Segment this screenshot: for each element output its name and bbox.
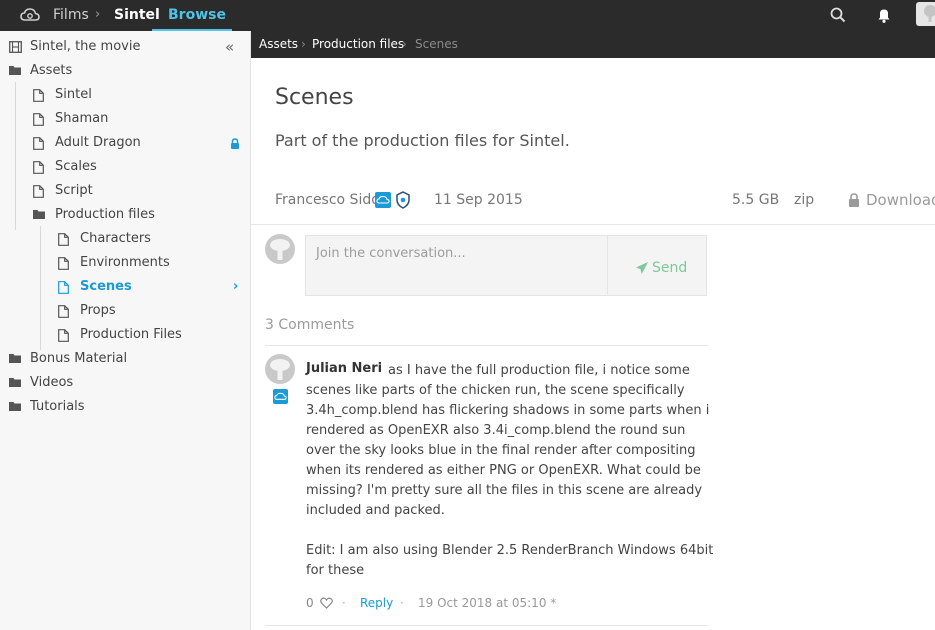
reply-button[interactable]: Reply xyxy=(360,594,393,612)
comment-count: 3 Comments xyxy=(265,317,355,333)
page-title: Scenes xyxy=(275,85,354,110)
divider xyxy=(265,625,708,626)
sidebar-item-production-files[interactable]: Production files xyxy=(0,203,250,227)
folder-icon xyxy=(9,354,21,363)
footer-separator: · xyxy=(400,596,404,610)
sidebar-item-label: Tutorials xyxy=(30,399,85,414)
file-icon xyxy=(58,305,69,318)
comment-text: as I have the full production file, i no… xyxy=(306,363,710,518)
divider xyxy=(251,224,935,225)
comment-input[interactable]: Join the conversation... xyxy=(305,235,607,296)
node-detail-panel: Assets › Production files › Scenes Scene… xyxy=(251,31,935,630)
collapse-sidebar-icon[interactable]: « xyxy=(225,35,234,59)
nav-films-link[interactable]: Films xyxy=(53,5,89,25)
search-icon[interactable] xyxy=(827,4,849,26)
breadcrumb-assets[interactable]: Assets xyxy=(259,35,298,54)
sidebar-item-label: Scales xyxy=(55,159,97,174)
comment-input-placeholder: Join the conversation... xyxy=(316,246,466,261)
sidebar-item-assets[interactable]: Assets xyxy=(0,59,250,83)
sidebar-item-file[interactable]: Props xyxy=(0,299,250,323)
chevron-right-icon: › xyxy=(301,37,306,51)
sidebar-item-label: Shaman xyxy=(55,111,109,126)
sidebar-item-videos[interactable]: Videos xyxy=(0,371,250,395)
folder-icon xyxy=(9,378,21,387)
file-icon xyxy=(58,329,69,342)
file-icon xyxy=(58,257,69,270)
node-author[interactable]: Francesco Siddi xyxy=(275,190,384,210)
sidebar-item-label: Props xyxy=(80,303,116,318)
cloud-subscriber-badge-icon xyxy=(375,192,391,208)
sidebar-item-label: Characters xyxy=(80,231,151,246)
folder-icon xyxy=(33,210,45,219)
file-icon xyxy=(33,89,44,102)
nav-browse-tab[interactable]: Browse xyxy=(168,5,226,25)
download-button[interactable]: Download xyxy=(866,190,935,210)
sidebar-item-tutorials[interactable]: Tutorials xyxy=(0,395,250,419)
send-button[interactable]: Send xyxy=(607,235,707,296)
file-icon xyxy=(58,233,69,246)
comment-author-avatar xyxy=(265,354,295,384)
bell-icon[interactable] xyxy=(873,4,895,26)
sidebar-tree: Sintel, the movie « Assets Sintel Shaman… xyxy=(0,31,251,630)
user-avatar[interactable] xyxy=(916,2,935,26)
film-icon xyxy=(9,41,22,53)
file-icon xyxy=(33,161,44,174)
breadcrumb-current: Scenes xyxy=(415,37,458,51)
cloud-subscriber-badge-icon xyxy=(273,389,288,404)
sidebar-item-file[interactable]: Characters xyxy=(0,227,250,251)
sidebar-item-label: Environments xyxy=(80,255,170,270)
sidebar-item-bonus-material[interactable]: Bonus Material xyxy=(0,347,250,371)
comment-author[interactable]: Julian Neri xyxy=(306,361,382,376)
folder-icon xyxy=(9,66,21,75)
top-navbar: Films › Sintel Browse xyxy=(0,0,935,31)
file-icon xyxy=(33,113,44,126)
node-description: Part of the production files for Sintel. xyxy=(275,131,570,150)
sidebar-item-project[interactable]: Sintel, the movie « xyxy=(0,35,250,59)
folder-icon xyxy=(9,402,21,411)
sidebar-item-file[interactable]: Scales xyxy=(0,155,250,179)
cloud-logo-icon[interactable] xyxy=(19,4,41,26)
lock-icon xyxy=(849,193,859,207)
paper-plane-icon xyxy=(636,262,648,274)
sidebar-item-file[interactable]: Environments xyxy=(0,251,250,275)
divider xyxy=(265,345,708,346)
breadcrumb: Assets › Production files › Scenes xyxy=(251,31,935,58)
nav-project-link[interactable]: Sintel xyxy=(114,5,160,25)
sidebar-item-label: Sintel xyxy=(55,87,92,102)
sidebar-item-file[interactable]: Production Files xyxy=(0,323,250,347)
current-user-avatar xyxy=(265,234,295,264)
chevron-right-icon: › xyxy=(233,279,239,294)
heart-icon[interactable] xyxy=(320,597,333,609)
sidebar-item-label: Production Files xyxy=(80,327,182,342)
sidebar-item-file[interactable]: Sintel xyxy=(0,83,250,107)
file-size: 5.5 GB xyxy=(732,192,780,208)
send-button-label: Send xyxy=(652,260,688,276)
sidebar-item-label: Sintel, the movie xyxy=(30,39,141,54)
lock-icon xyxy=(231,138,239,149)
sidebar-item-label: Assets xyxy=(30,63,73,78)
file-format: zip xyxy=(794,192,815,208)
sidebar-item-file[interactable]: Adult Dragon xyxy=(0,131,250,155)
comment-timestamp: 19 Oct 2018 at 05:10 * xyxy=(418,596,557,610)
sidebar-item-scenes[interactable]: Scenes › xyxy=(0,275,250,299)
sidebar-item-label: Script xyxy=(55,183,93,198)
sidebar-item-label: Videos xyxy=(30,375,74,390)
file-icon xyxy=(33,185,44,198)
breadcrumb-production-files[interactable]: Production files xyxy=(312,35,404,54)
comment-edit-note: Edit: I am also using Blender 2.5 Render… xyxy=(306,543,714,578)
chevron-right-icon: › xyxy=(402,37,407,51)
file-icon xyxy=(33,137,44,150)
sidebar-item-file[interactable]: Shaman xyxy=(0,107,250,131)
sidebar-item-label: Bonus Material xyxy=(30,351,128,366)
shield-badge-icon xyxy=(396,191,410,209)
node-date: 11 Sep 2015 xyxy=(434,192,523,208)
sidebar-item-label: Production files xyxy=(55,207,155,222)
sidebar-item-label: Scenes xyxy=(80,279,132,294)
sidebar-item-label: Adult Dragon xyxy=(55,135,141,150)
chevron-right-icon: › xyxy=(95,7,101,22)
sidebar-item-file[interactable]: Script xyxy=(0,179,250,203)
footer-separator: · xyxy=(342,596,346,610)
like-count: 0 xyxy=(306,596,314,610)
file-icon xyxy=(58,281,69,294)
